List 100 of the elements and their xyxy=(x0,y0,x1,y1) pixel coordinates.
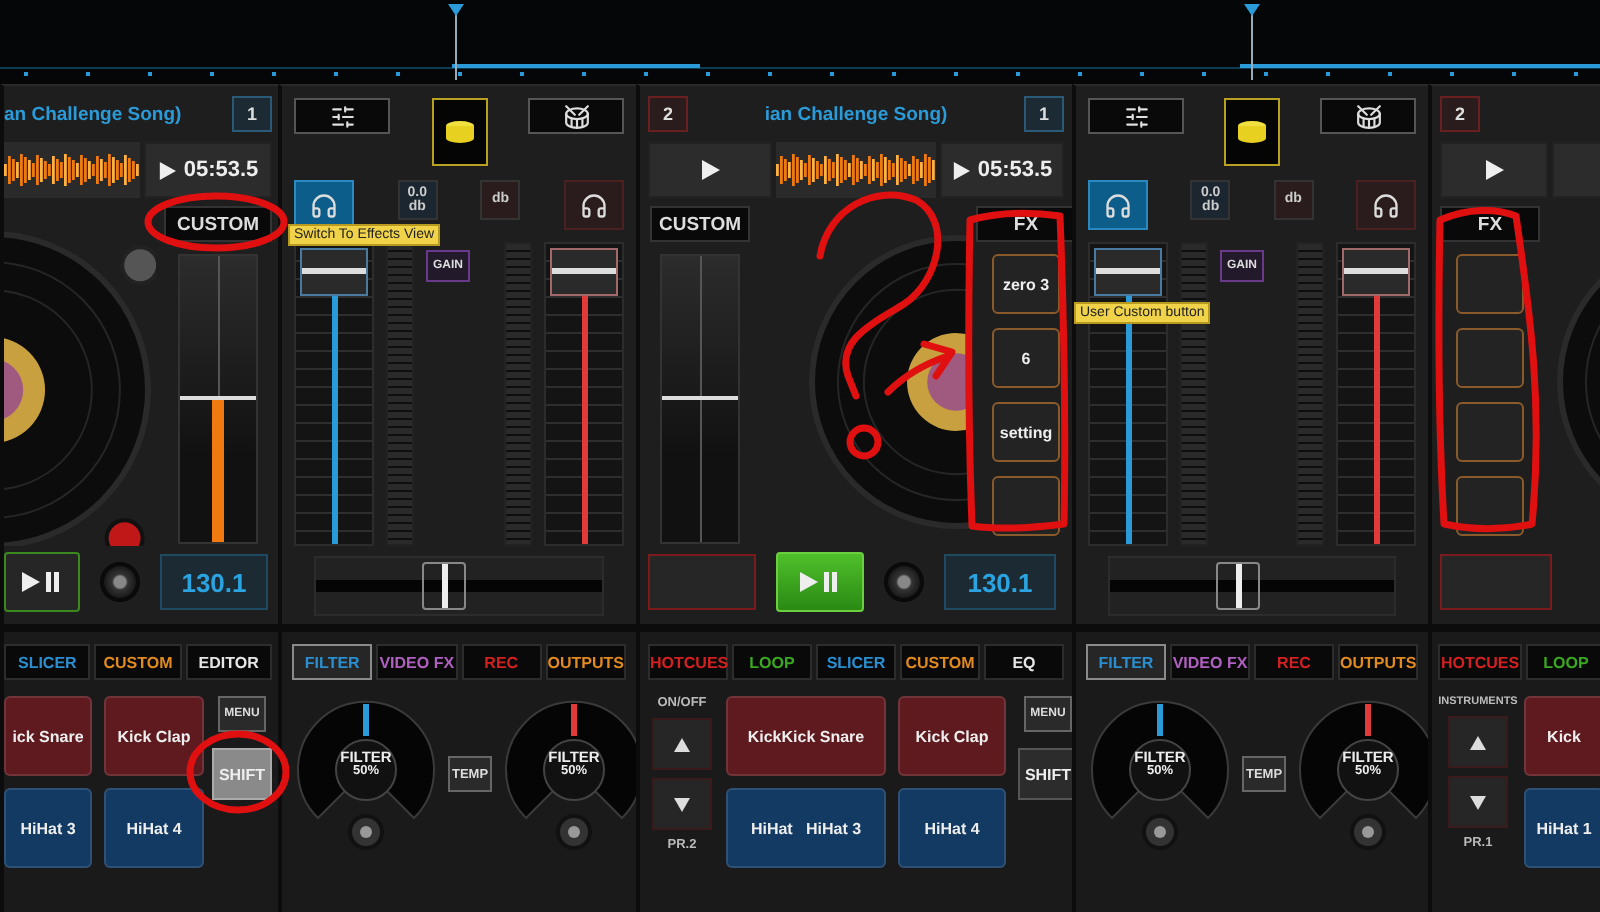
crossfader[interactable] xyxy=(1108,556,1396,616)
headphones-icon xyxy=(1371,191,1400,219)
crossfader-handle[interactable] xyxy=(422,562,467,610)
play-icon xyxy=(700,160,720,180)
headphone-cue-button[interactable] xyxy=(1355,180,1416,230)
drum-button[interactable] xyxy=(1320,98,1416,134)
tab[interactable]: LOOP xyxy=(1526,644,1600,680)
deck-number: 2 xyxy=(1440,96,1480,132)
sliders-icon xyxy=(1123,103,1149,129)
filter-knob-drawing[interactable] xyxy=(500,696,636,852)
play-pause-icon xyxy=(22,572,62,592)
sample-pad[interactable]: Kick Clap xyxy=(898,696,1006,776)
track-overview-drawing[interactable] xyxy=(0,0,1600,84)
filter-knob-drawing[interactable] xyxy=(1086,696,1234,852)
marker-circle xyxy=(144,192,288,252)
mixer-button[interactable] xyxy=(294,98,390,134)
bpm-display: 130.1 xyxy=(160,554,268,610)
fx-pad[interactable]: 6 xyxy=(992,328,1060,388)
tab[interactable]: LOOP xyxy=(732,644,812,680)
bank-down-button[interactable] xyxy=(652,778,712,830)
crossfader-handle[interactable] xyxy=(1215,562,1260,610)
bank-up-button[interactable] xyxy=(652,718,712,770)
shift-button[interactable]: SHIFT xyxy=(1018,748,1072,800)
headphones-icon xyxy=(579,191,608,219)
tab[interactable]: SLICER xyxy=(4,644,91,680)
play-pause-button[interactable] xyxy=(4,552,80,612)
play-button[interactable] xyxy=(648,142,772,198)
sample-pad[interactable]: HiHat HiHat 3 xyxy=(726,788,886,868)
filter-knob-drawing[interactable] xyxy=(292,696,440,852)
deck-number: 1 xyxy=(232,96,272,132)
sample-pad[interactable]: ick Snare xyxy=(4,696,92,776)
down-triangle-icon xyxy=(674,797,690,811)
crossfader[interactable] xyxy=(314,556,604,616)
fader-handle[interactable] xyxy=(1342,247,1410,295)
bank-up-button[interactable] xyxy=(1448,716,1508,768)
pitch-marker[interactable] xyxy=(662,395,738,399)
sample-pad[interactable]: HiHat 3 xyxy=(4,788,92,868)
custom-button[interactable]: CUSTOM xyxy=(650,206,750,242)
tab[interactable]: VIDEO FX xyxy=(1170,644,1250,680)
sampler-button[interactable] xyxy=(1224,98,1280,166)
tab[interactable]: CUSTOM xyxy=(94,644,182,680)
pitch-marker[interactable] xyxy=(180,395,256,399)
tab[interactable]: SLICER xyxy=(816,644,896,680)
play-time-button[interactable]: 05:53.5 xyxy=(940,142,1064,198)
drum-icon xyxy=(563,103,589,129)
play-pause-icon xyxy=(800,572,840,592)
bpm-display: 130.1 xyxy=(944,554,1056,610)
up-triangle-icon xyxy=(674,737,690,751)
drum-button[interactable] xyxy=(528,98,624,134)
filter-knob-drawing[interactable] xyxy=(1294,696,1428,852)
sample-pad[interactable]: HiHat 4 xyxy=(104,788,204,868)
pitch-slider[interactable] xyxy=(660,254,740,544)
tab[interactable]: OUTPUTS xyxy=(545,644,626,680)
cylinder-icon xyxy=(1236,120,1268,144)
marker-circle xyxy=(846,424,882,460)
tab[interactable]: HOTCUES xyxy=(648,644,728,680)
sample-pad[interactable]: Kick xyxy=(1524,696,1600,776)
down-triangle-icon xyxy=(1470,795,1486,809)
drum-icon xyxy=(1355,103,1381,129)
fx-pad[interactable]: zero 3 xyxy=(992,254,1060,314)
up-triangle-icon xyxy=(1470,735,1486,749)
bank-down-button[interactable] xyxy=(1448,776,1508,828)
tab[interactable]: OUTPUTS xyxy=(1338,644,1418,680)
fx-pad[interactable] xyxy=(1456,328,1524,388)
jog-knob[interactable] xyxy=(100,562,140,602)
play-icon xyxy=(951,161,970,179)
tab[interactable]: CUSTOM xyxy=(900,644,980,680)
tab[interactable]: REC xyxy=(1254,644,1334,680)
sample-pad[interactable]: HiHat 4 xyxy=(898,788,1006,868)
headphone-cue-button[interactable] xyxy=(563,180,624,230)
custom-button[interactable]: CUSTOM xyxy=(164,206,272,242)
sampler-button[interactable] xyxy=(431,98,487,166)
deck-number: 2 xyxy=(648,96,688,132)
play-button[interactable] xyxy=(1440,142,1548,198)
fader-handle[interactable] xyxy=(300,247,368,295)
tab[interactable]: FILTER xyxy=(292,644,373,680)
mixer-button[interactable] xyxy=(1088,98,1184,134)
headphones-icon xyxy=(310,191,338,219)
tab[interactable]: REC xyxy=(461,644,542,680)
pitch-slider[interactable] xyxy=(178,254,258,544)
tab[interactable]: EDITOR xyxy=(185,644,272,680)
tab[interactable]: HOTCUES xyxy=(1438,644,1522,680)
tab[interactable]: EQ xyxy=(984,644,1064,680)
fader-handle[interactable] xyxy=(550,247,618,295)
fx-pad[interactable]: setting xyxy=(992,402,1060,462)
tab[interactable]: VIDEO FX xyxy=(376,644,457,680)
sample-pad[interactable]: HiHat 1 xyxy=(1524,788,1600,868)
marker-circle xyxy=(186,730,290,814)
fader-handle[interactable] xyxy=(1094,247,1162,295)
fx-pad[interactable] xyxy=(1456,402,1524,462)
headphone-cue-button[interactable] xyxy=(1088,180,1148,230)
track-title: ian Challenge Song) xyxy=(762,103,950,125)
jog-knob[interactable] xyxy=(884,562,924,602)
fx-pad[interactable] xyxy=(1456,254,1524,314)
sample-pad[interactable]: KickKick Snare xyxy=(726,696,886,776)
play-icon xyxy=(157,161,176,179)
tab[interactable]: FILTER xyxy=(1086,644,1166,680)
play-time-button[interactable]: 05:53.5 xyxy=(144,142,272,198)
sample-pad[interactable]: Kick Clap xyxy=(104,696,204,776)
channel-fader[interactable] xyxy=(294,242,374,546)
